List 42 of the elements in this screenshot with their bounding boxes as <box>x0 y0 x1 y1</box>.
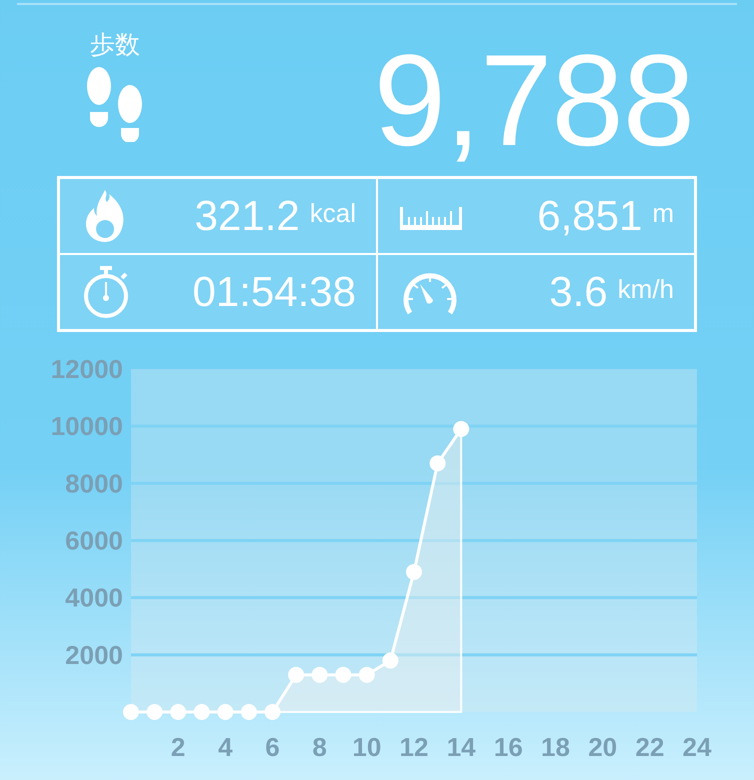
axis-label: 10000 <box>50 411 123 442</box>
data-point <box>264 704 280 720</box>
axis-label: 6000 <box>65 526 123 556</box>
data-point <box>312 666 328 683</box>
stat-value: 01:54:38 <box>192 268 356 316</box>
axis-label: 20 <box>588 732 618 762</box>
data-point <box>453 421 470 438</box>
steps-label: 歩数 <box>90 33 140 58</box>
data-point <box>123 704 139 720</box>
stat-value: 3.6 <box>549 268 608 316</box>
axis-label: 14 <box>446 732 476 762</box>
axis-label: 2 <box>170 732 186 762</box>
data-point <box>430 455 446 472</box>
axis-label: 2000 <box>65 640 123 670</box>
data-point <box>288 666 304 683</box>
axis-label: 12000 <box>50 356 123 384</box>
axis-label: 4000 <box>65 582 123 613</box>
stat-value: 6,851 <box>537 192 642 240</box>
data-point <box>382 652 398 669</box>
stat-value: 321.2 <box>194 192 300 240</box>
axis-label: 4 <box>218 732 233 762</box>
data-point <box>194 704 210 720</box>
axis-label: 18 <box>541 732 570 762</box>
step-count: 9,788 <box>374 35 694 165</box>
data-point <box>335 666 352 683</box>
data-point <box>217 704 234 720</box>
data-point <box>406 564 422 580</box>
axis-label: 8000 <box>65 468 123 498</box>
axis-label: 6 <box>265 732 280 762</box>
axis-label: 22 <box>635 732 664 762</box>
axis-label: 10 <box>352 732 382 762</box>
unit-label: m <box>652 198 674 229</box>
unit-label: km/h <box>618 274 674 305</box>
unit-label: kcal <box>310 198 356 229</box>
axis-label: 24 <box>682 732 712 762</box>
axis-label: 8 <box>312 732 327 762</box>
data-point <box>170 704 186 720</box>
axis-label: 12 <box>400 732 428 762</box>
data-point <box>358 666 375 683</box>
axis-label: 16 <box>494 732 523 762</box>
data-point <box>146 704 163 720</box>
data-point <box>240 704 257 720</box>
